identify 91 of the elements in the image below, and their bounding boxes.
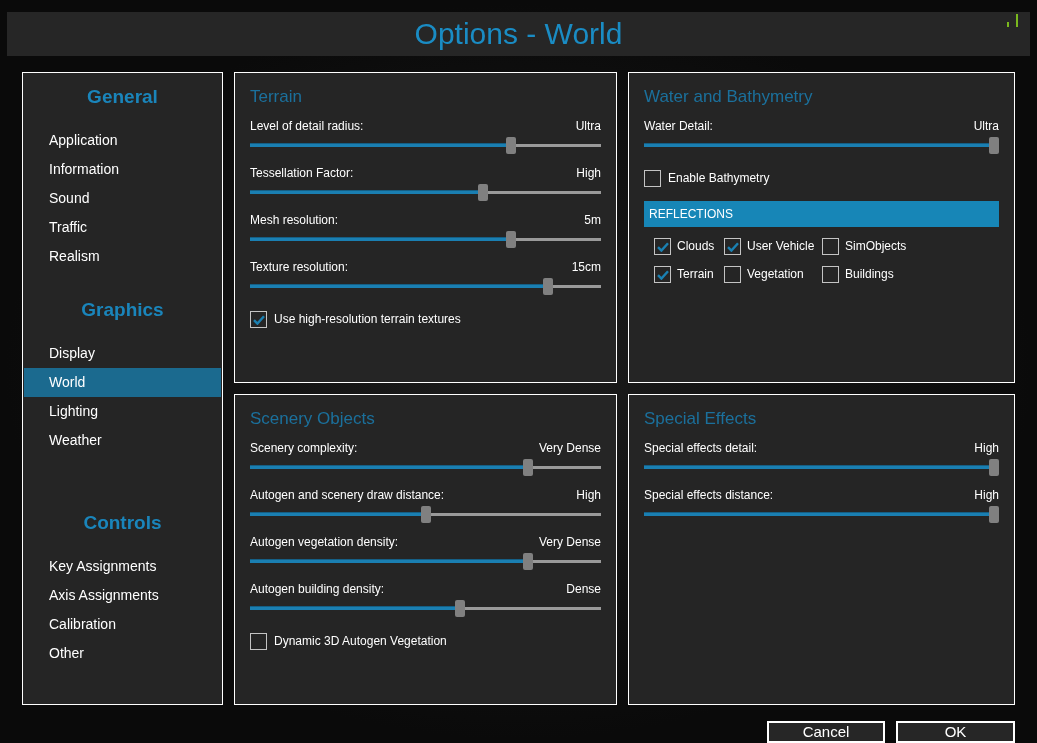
slider-thumb[interactable] — [454, 599, 465, 617]
checkbox[interactable] — [724, 238, 741, 255]
sidebar-item[interactable]: Realism — [24, 242, 221, 271]
checkbox[interactable] — [822, 266, 839, 283]
sidebar-item[interactable]: Display — [24, 339, 221, 368]
checkbox[interactable] — [250, 311, 267, 328]
slider-track[interactable] — [250, 599, 601, 617]
checkbox-label: Vegetation — [747, 266, 804, 283]
checkbox[interactable] — [654, 238, 671, 255]
sidebar-item[interactable]: Sound — [24, 184, 221, 213]
slider-value: High — [974, 440, 999, 456]
slider-thumb[interactable] — [505, 230, 516, 248]
slider-value: High — [974, 487, 999, 503]
sidebar-heading: General — [86, 85, 159, 109]
sidebar-item[interactable]: Application — [24, 126, 221, 155]
panel-title: Water and Bathymetry — [644, 86, 814, 108]
sidebar-item[interactable]: World — [24, 368, 221, 397]
sidebar-item[interactable]: Calibration — [24, 610, 221, 639]
sidebar-item[interactable]: Information — [24, 155, 221, 184]
dialog-button[interactable]: OK — [896, 721, 1015, 743]
sidebar-heading: Graphics — [80, 298, 165, 322]
slider-thumb[interactable] — [989, 136, 999, 154]
slider-track[interactable] — [250, 277, 601, 295]
slider-track[interactable] — [644, 136, 999, 154]
checkbox[interactable] — [724, 266, 741, 283]
slider-label: Special effects detail: — [644, 440, 758, 456]
slider-track[interactable] — [250, 136, 601, 154]
slider-thumb[interactable] — [420, 505, 431, 523]
sidebar-item[interactable]: Axis Assignments — [24, 581, 221, 610]
panel-title: Scenery Objects — [250, 408, 376, 430]
slider-track[interactable] — [250, 183, 601, 201]
checkbox-label: Clouds — [677, 238, 715, 255]
slider-value: Very Dense — [538, 534, 601, 550]
slider-value: Ultra — [973, 118, 999, 134]
slider-track[interactable] — [250, 230, 601, 248]
slider-thumb[interactable] — [989, 505, 999, 523]
window-title: Options - World — [414, 16, 623, 52]
dialog-button[interactable]: Cancel — [767, 721, 885, 743]
slider-track[interactable] — [250, 458, 601, 476]
slider-label: Scenery complexity: — [250, 440, 358, 456]
slider-label: Mesh resolution: — [250, 212, 339, 228]
bars-icon — [1006, 14, 1020, 27]
slider-track[interactable] — [250, 552, 601, 570]
sidebar-item[interactable]: Traffic — [24, 213, 221, 242]
slider-value: Dense — [566, 581, 601, 597]
check-icon — [656, 241, 669, 252]
slider-label: Level of detail radius: — [250, 118, 364, 134]
slider-thumb[interactable] — [478, 183, 489, 201]
check-icon — [726, 241, 739, 252]
slider-label: Tessellation Factor: — [250, 165, 354, 181]
slider-value: 5m — [584, 212, 601, 228]
slider-value: High — [576, 165, 601, 181]
sidebar-item[interactable]: Other — [24, 639, 221, 668]
checkbox-label: Dynamic 3D Autogen Vegetation — [274, 633, 447, 650]
slider-value: 15cm — [571, 259, 601, 275]
slider-thumb[interactable] — [522, 458, 533, 476]
checkbox-label: User Vehicle — [747, 238, 815, 255]
section-header: REFLECTIONS — [644, 201, 999, 227]
slider-value: Very Dense — [538, 440, 601, 456]
checkbox-label: Use high-resolution terrain textures — [274, 311, 461, 328]
checkbox-label: SimObjects — [845, 238, 907, 255]
panel-title: Special Effects — [644, 408, 758, 430]
checkbox[interactable] — [654, 266, 671, 283]
slider-thumb[interactable] — [505, 136, 516, 154]
check-icon — [252, 314, 265, 325]
checkbox[interactable] — [250, 633, 267, 650]
slider-value: Ultra — [575, 118, 601, 134]
slider-thumb[interactable] — [543, 277, 554, 295]
panel-title: Terrain — [250, 86, 303, 108]
slider-label: Special effects distance: — [644, 487, 774, 503]
slider-label: Autogen and scenery draw distance: — [250, 487, 445, 503]
checkbox-label: Buildings — [845, 266, 894, 283]
slider-thumb[interactable] — [522, 552, 533, 570]
sidebar-item[interactable]: Weather — [24, 426, 221, 455]
slider-thumb[interactable] — [989, 458, 999, 476]
slider-value: High — [576, 487, 601, 503]
checkbox[interactable] — [644, 170, 661, 187]
sidebar-item[interactable]: Key Assignments — [24, 552, 221, 581]
check-icon — [656, 269, 669, 280]
checkbox[interactable] — [822, 238, 839, 255]
slider-track[interactable] — [644, 505, 999, 523]
slider-label: Autogen vegetation density: — [250, 534, 399, 550]
slider-label: Water Detail: — [644, 118, 713, 134]
slider-label: Autogen building density: — [250, 581, 385, 597]
checkbox-label: Terrain — [677, 266, 714, 283]
sidebar-item[interactable]: Lighting — [24, 397, 221, 426]
checkbox-label: Enable Bathymetry — [668, 170, 770, 187]
sidebar-heading: Controls — [82, 511, 163, 535]
slider-label: Texture resolution: — [250, 259, 349, 275]
slider-track[interactable] — [250, 505, 601, 523]
slider-track[interactable] — [644, 458, 999, 476]
